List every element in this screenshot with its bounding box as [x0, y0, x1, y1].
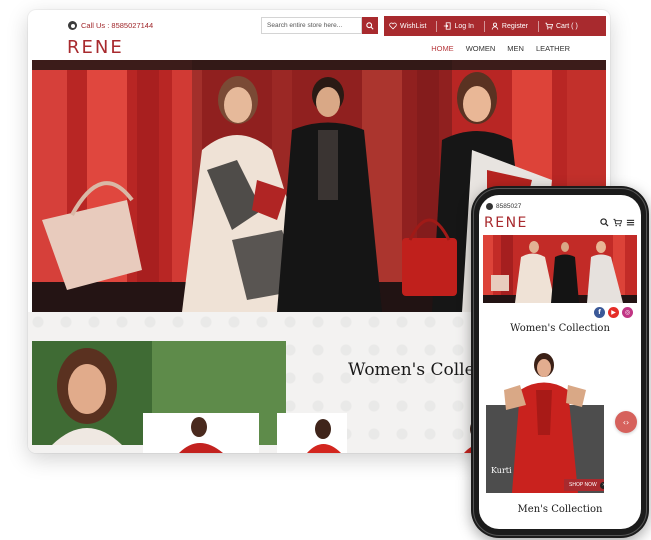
- social-links: f ▶ ◎: [594, 307, 633, 318]
- search-button[interactable]: [362, 17, 378, 34]
- wishlist-label: WishList: [400, 22, 427, 30]
- chevron-right-icon: ›: [599, 481, 604, 489]
- collection-thumb-photo: [277, 413, 347, 453]
- login-link[interactable]: Log In: [443, 22, 474, 30]
- collection-thumb-photo: [143, 413, 259, 453]
- nav-item-leather[interactable]: LEATHER: [536, 44, 570, 53]
- action-divider: [483, 20, 485, 32]
- action-divider: [538, 20, 539, 32]
- product-card-kurti[interactable]: Kurti SHOP NOW ›: [486, 345, 604, 493]
- nav-item-women[interactable]: WOMEN: [466, 44, 496, 53]
- carousel-arrow-button[interactable]: ‹ ›: [615, 411, 637, 433]
- mobile-screen: 8585027 RENE f ▶ ◎ Women's Collection Ku…: [479, 195, 641, 529]
- search-input[interactable]: Search entire store here...: [261, 17, 362, 34]
- register-label: Register: [501, 22, 528, 30]
- login-label: Log In: [454, 22, 474, 30]
- hamburger-icon[interactable]: [626, 218, 635, 227]
- mobile-brand-logo[interactable]: RENE: [484, 215, 528, 231]
- action-divider: [436, 20, 438, 32]
- shop-now-button[interactable]: SHOP NOW ›: [564, 479, 604, 491]
- search-icon[interactable]: [600, 218, 609, 227]
- collection-thumb-2[interactable]: [277, 413, 347, 453]
- nav-item-home[interactable]: HOME: [431, 44, 454, 53]
- heart-icon: [389, 22, 397, 30]
- call-us-info[interactable]: Call Us : 8585027144: [68, 21, 153, 30]
- wishlist-link[interactable]: WishList: [389, 22, 426, 30]
- mobile-phone-mockup: 8585027 RENE f ▶ ◎ Women's Collection Ku…: [471, 186, 649, 538]
- search-icon: [366, 21, 374, 30]
- youtube-icon[interactable]: ▶: [608, 307, 619, 318]
- user-icon: [491, 22, 499, 30]
- register-link[interactable]: Register: [491, 22, 528, 30]
- mobile-call-info[interactable]: 8585027: [486, 203, 521, 210]
- login-icon: [444, 22, 452, 30]
- chevron-right-icon: ›: [626, 417, 630, 427]
- cart-link[interactable]: Cart ( ): [545, 22, 578, 30]
- whatsapp-icon: [68, 21, 77, 30]
- instagram-icon[interactable]: ◎: [622, 307, 633, 318]
- nav-item-men[interactable]: MEN: [507, 44, 524, 53]
- cart-label: Cart ( ): [556, 22, 578, 30]
- main-nav: HOME WOMEN MEN LEATHER: [431, 44, 570, 53]
- collection-thumb-1[interactable]: [143, 413, 259, 453]
- mobile-phone-label: 8585027: [496, 203, 522, 210]
- mobile-women-collection-heading: Women's Collection: [510, 323, 610, 334]
- facebook-icon[interactable]: f: [594, 307, 605, 318]
- mobile-men-collection-heading: Men's Collection: [517, 504, 603, 515]
- mobile-hero-banner[interactable]: [483, 235, 637, 303]
- mobile-header-icons: [600, 218, 635, 227]
- brand-logo[interactable]: RENE: [67, 37, 124, 58]
- whatsapp-icon: [486, 203, 493, 210]
- mobile-hero-photo: [483, 235, 637, 303]
- account-action-bar: WishList Log In Register Cart ( ): [384, 16, 606, 36]
- cart-icon: [545, 22, 553, 30]
- cart-icon[interactable]: [613, 218, 622, 227]
- product-card-label: Kurti: [491, 466, 512, 475]
- call-us-label: Call Us : 8585027144: [81, 21, 154, 30]
- shop-now-label: SHOP NOW: [569, 482, 597, 488]
